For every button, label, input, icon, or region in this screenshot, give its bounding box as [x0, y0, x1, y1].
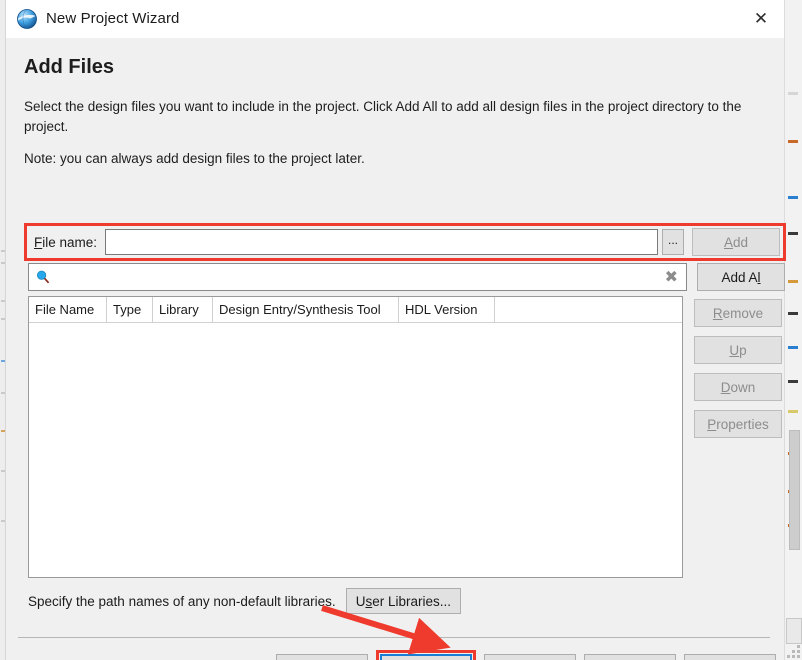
globe-icon	[16, 8, 38, 30]
dialog-footer: < Back Next > Finish Cancel Help	[6, 650, 784, 660]
search-input[interactable]	[56, 268, 665, 286]
back-button[interactable]: < Back	[276, 654, 368, 660]
column-header-file-name[interactable]: File Name	[29, 297, 107, 322]
user-libraries-label: Specify the path names of any non-defaul…	[28, 593, 336, 609]
browse-button[interactable]: ...	[662, 229, 684, 255]
remove-button[interactable]: Remove	[694, 299, 782, 327]
file-name-label: File name:	[34, 234, 98, 250]
page-title: Add Files	[24, 56, 115, 78]
new-project-wizard-dialog: New Project Wizard ✕ Add Files Select th…	[6, 0, 786, 660]
column-header-type[interactable]: Type	[107, 297, 153, 322]
file-action-button-column: Remove Up Down Properties	[694, 299, 782, 447]
table-body-empty[interactable]	[29, 323, 682, 577]
dialog-body: Add Files Select the design files you wa…	[6, 38, 786, 660]
background-window-right-edge	[784, 0, 802, 660]
screen: New Project Wizard ✕ Add Files Select th…	[0, 0, 802, 660]
add-button[interactable]: Add	[692, 228, 780, 256]
next-button-highlight: Next >	[376, 650, 476, 660]
background-window-corner	[786, 618, 802, 644]
user-libraries-row: Specify the path names of any non-defaul…	[28, 588, 461, 614]
add-all-button-top[interactable]: Add Al	[697, 263, 785, 291]
dialog-title-bar: New Project Wizard ✕	[6, 0, 784, 38]
dialog-title: New Project Wizard	[46, 10, 180, 27]
file-name-input[interactable]	[105, 229, 658, 255]
search-icon	[36, 270, 50, 284]
search-box[interactable]: ✖	[28, 263, 687, 291]
file-list-table[interactable]: File Name Type Library Design Entry/Synt…	[28, 296, 683, 578]
cancel-button[interactable]: Cancel	[584, 654, 676, 660]
close-icon[interactable]: ✕	[738, 0, 784, 38]
next-button[interactable]: Next >	[380, 654, 472, 660]
description-paragraph-2: Note: you can always add design files to…	[24, 151, 365, 167]
up-button[interactable]: Up	[694, 336, 782, 364]
down-button[interactable]: Down	[694, 373, 782, 401]
file-name-row-highlight: File name: ... Add	[24, 223, 786, 261]
table-header-row: File Name Type Library Design Entry/Synt…	[29, 297, 682, 323]
filter-row: ✖ Add Al	[28, 262, 785, 292]
column-header-library[interactable]: Library	[153, 297, 213, 322]
help-button[interactable]: Help	[684, 654, 776, 660]
description-paragraph-1: Select the design files you want to incl…	[24, 99, 742, 134]
user-libraries-button[interactable]: Us er Libraries...	[345, 588, 461, 614]
finish-button[interactable]: Finish	[484, 654, 576, 660]
footer-separator	[18, 637, 770, 638]
column-header-hdl-version[interactable]: HDL Version	[399, 297, 495, 322]
resize-grip[interactable]	[786, 644, 800, 658]
clear-search-icon[interactable]: ✖	[665, 269, 678, 285]
properties-button[interactable]: Properties	[694, 410, 782, 438]
background-scrollbar-thumb[interactable]	[789, 430, 800, 550]
column-header-filler	[495, 297, 682, 322]
column-header-design-entry[interactable]: Design Entry/Synthesis Tool	[213, 297, 399, 322]
